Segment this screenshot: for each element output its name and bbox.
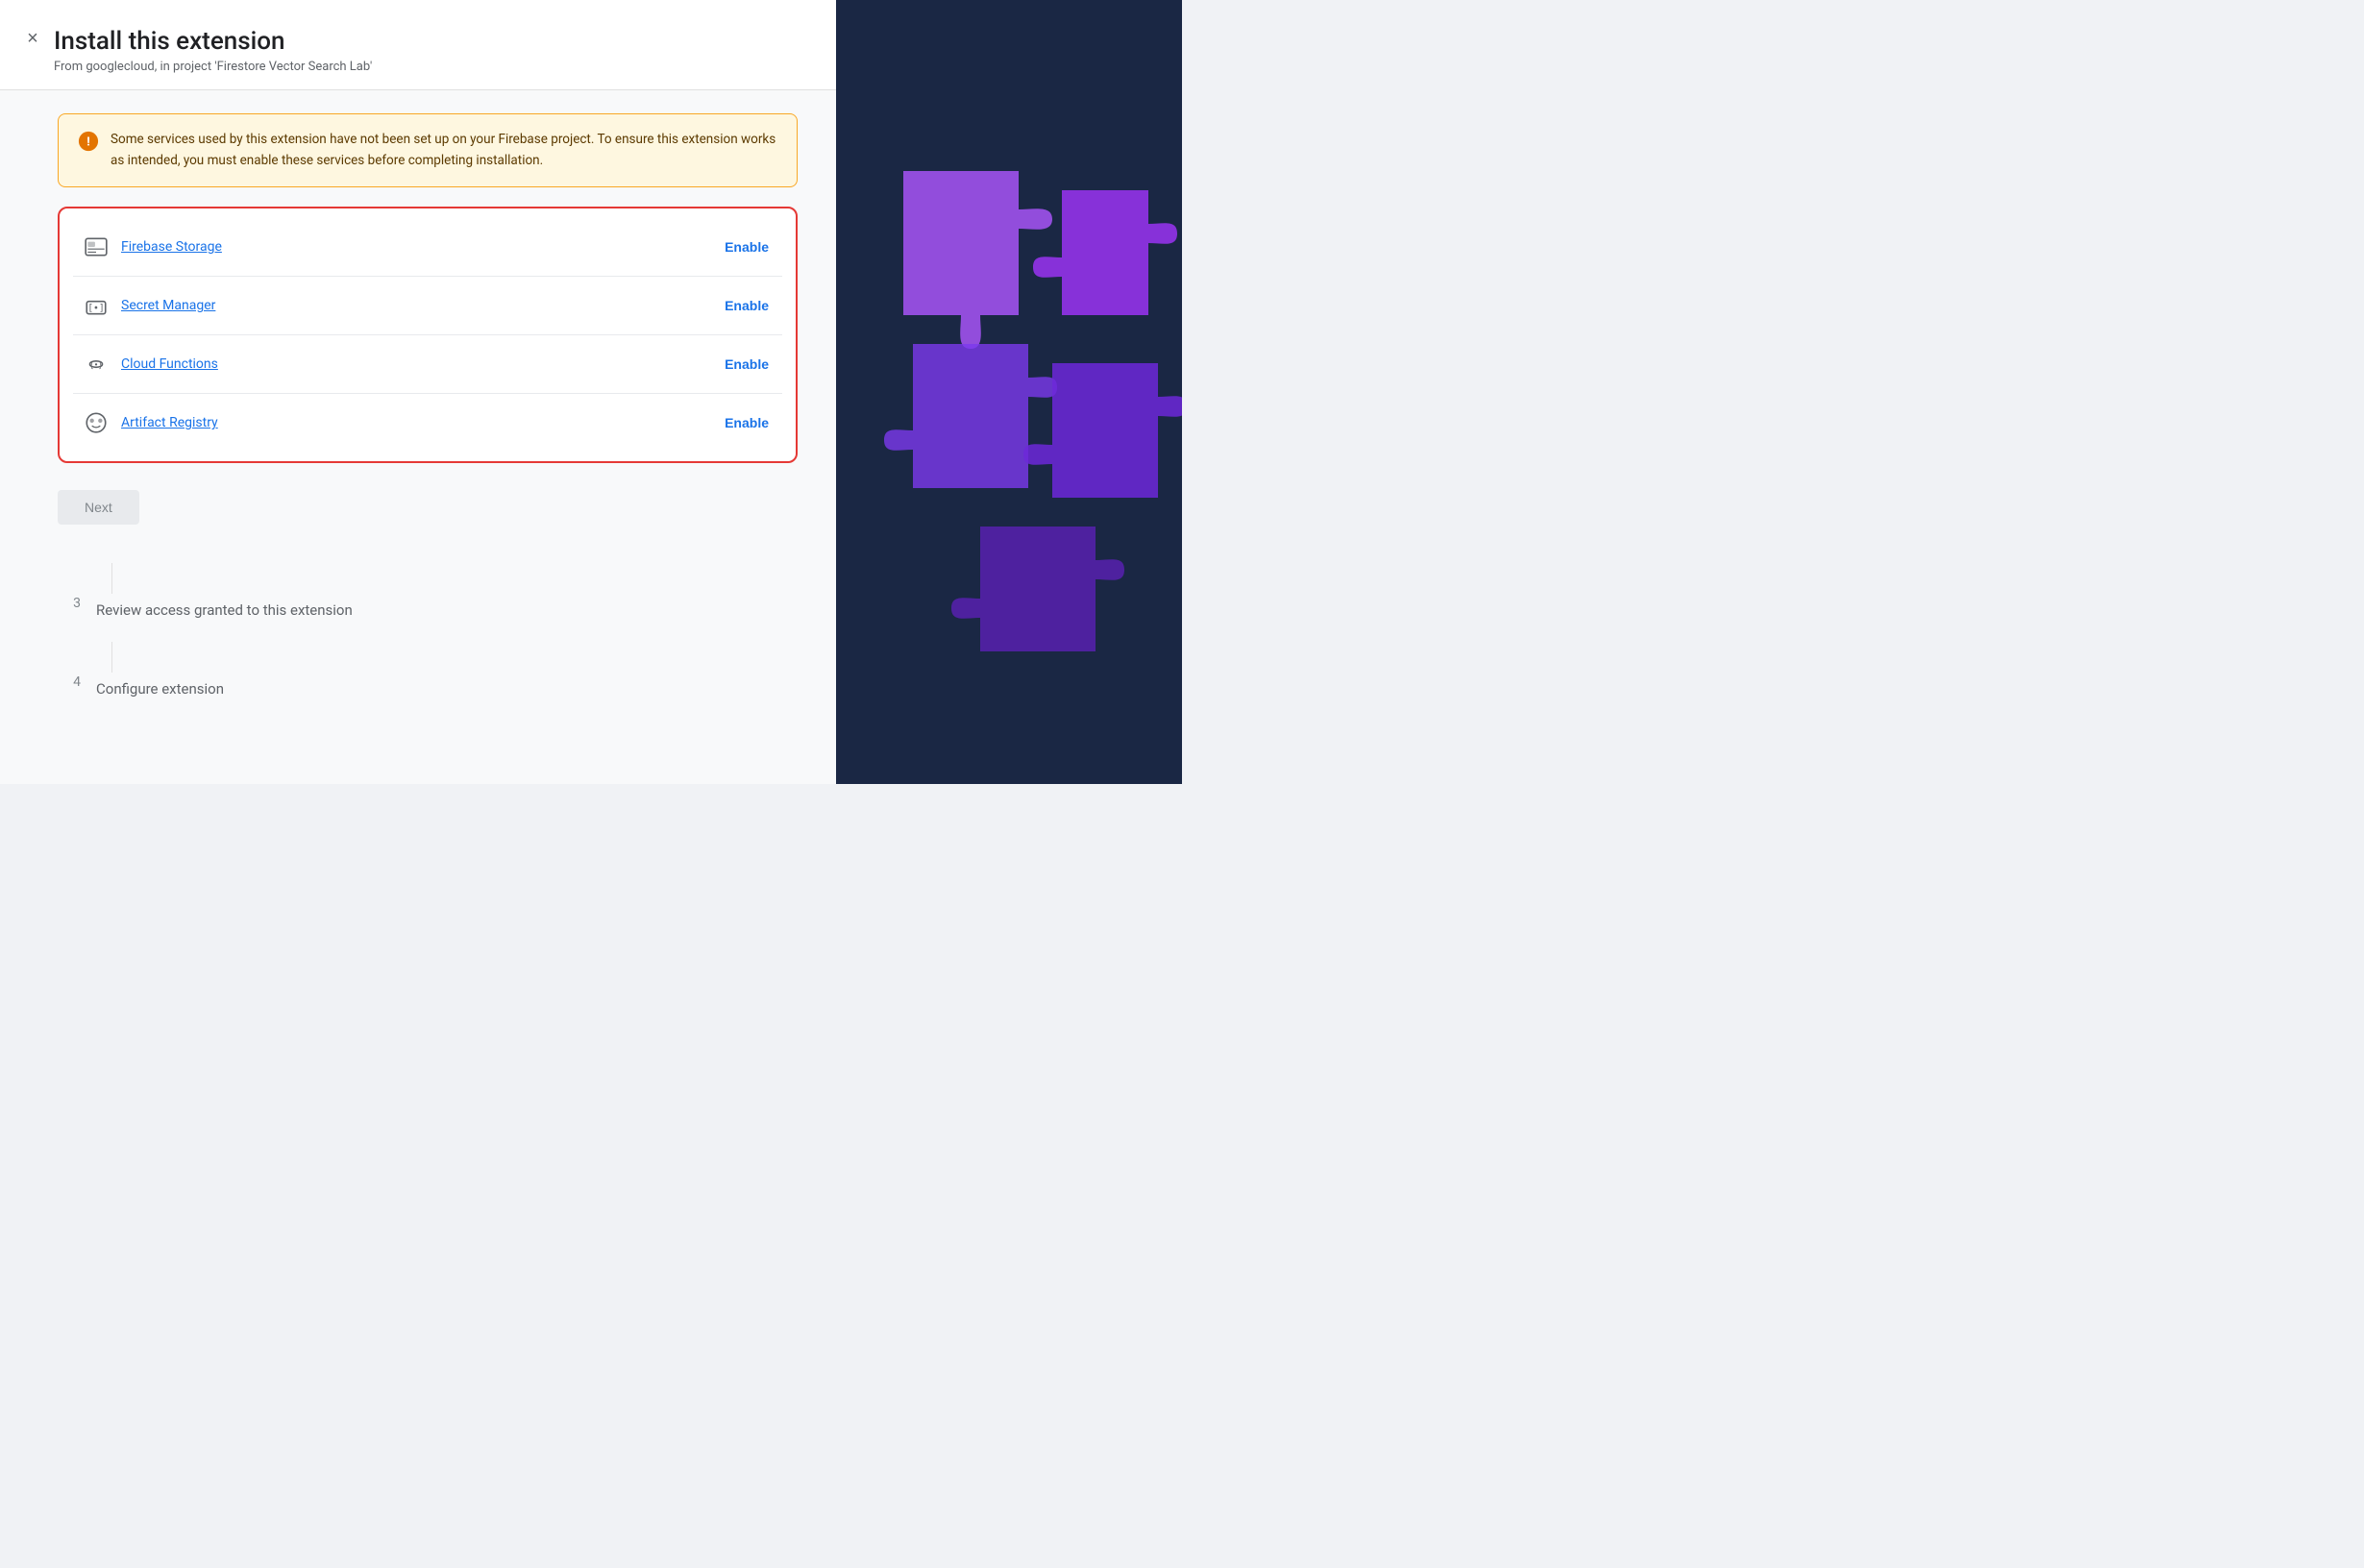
firebase-storage-link[interactable]: Firebase Storage xyxy=(121,239,222,255)
svg-text:{•}: {•} xyxy=(89,360,103,369)
left-panel: × Install this extension From googleclou… xyxy=(0,0,836,784)
right-panel xyxy=(836,0,1182,784)
main-content: ! Some services used by this extension h… xyxy=(0,90,836,759)
step-number-3: 3 xyxy=(58,594,81,611)
artifact-registry-enable-button[interactable]: Enable xyxy=(721,409,773,436)
svg-text:!: ! xyxy=(86,135,89,150)
steps-section: 3 Review access granted to this extensio… xyxy=(58,563,798,721)
step-number-4: 4 xyxy=(58,673,81,690)
service-left: {•} Cloud Functions xyxy=(83,351,218,378)
service-row-secret-manager: [•] Secret Manager Enable xyxy=(73,277,782,335)
cloud-functions-icon: {•} xyxy=(83,351,110,378)
artifact-registry-icon xyxy=(83,409,110,436)
puzzle-illustration xyxy=(874,104,1182,680)
svg-text:[•]: [•] xyxy=(87,304,105,314)
warning-text: Some services used by this extension hav… xyxy=(111,130,777,171)
step-connector-2 xyxy=(111,642,112,673)
header-content: Install this extension From googlecloud,… xyxy=(54,27,801,74)
services-container: Firebase Storage Enable [•] Secret Manag… xyxy=(58,207,798,463)
service-row-artifact-registry: Artifact Registry Enable xyxy=(73,394,782,452)
service-row-cloud-functions: {•} Cloud Functions Enable xyxy=(73,335,782,394)
service-left: Firebase Storage xyxy=(83,233,222,260)
secret-manager-enable-button[interactable]: Enable xyxy=(721,292,773,319)
step-label-3: Review access granted to this extension xyxy=(96,594,353,642)
step-connector-1 xyxy=(111,563,112,594)
service-left: Artifact Registry xyxy=(83,409,218,436)
storage-icon xyxy=(83,233,110,260)
warning-icon: ! xyxy=(78,131,99,157)
page-subtitle: From googlecloud, in project 'Firestore … xyxy=(54,60,801,74)
close-button[interactable]: × xyxy=(15,21,50,56)
service-left: [•] Secret Manager xyxy=(83,292,215,319)
step-item-3: 3 Review access granted to this extensio… xyxy=(58,594,798,642)
service-row-firebase-storage: Firebase Storage Enable xyxy=(73,218,782,277)
cloud-functions-link[interactable]: Cloud Functions xyxy=(121,356,218,372)
close-icon: × xyxy=(27,28,38,50)
step-label-4: Configure extension xyxy=(96,673,224,721)
secret-manager-icon: [•] xyxy=(83,292,110,319)
artifact-registry-link[interactable]: Artifact Registry xyxy=(121,415,218,430)
cloud-functions-enable-button[interactable]: Enable xyxy=(721,351,773,378)
next-button[interactable]: Next xyxy=(58,490,139,525)
step-item-4: 4 Configure extension xyxy=(58,673,798,721)
header: × Install this extension From googleclou… xyxy=(0,0,836,90)
page-title: Install this extension xyxy=(54,27,801,56)
secret-manager-link[interactable]: Secret Manager xyxy=(121,298,215,313)
warning-box: ! Some services used by this extension h… xyxy=(58,113,798,187)
firebase-storage-enable-button[interactable]: Enable xyxy=(721,233,773,260)
